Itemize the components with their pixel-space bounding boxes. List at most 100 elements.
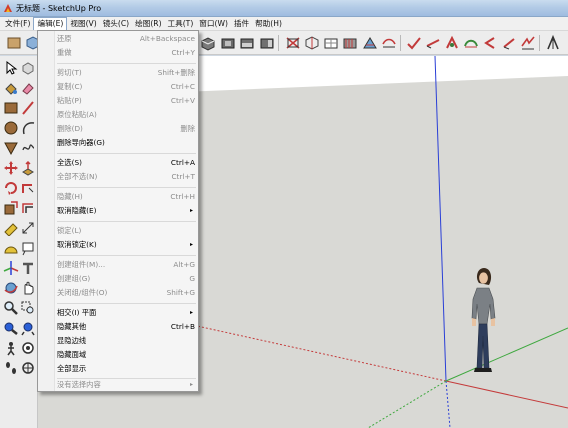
menu-item-hide-others[interactable]: 隐藏其他 Ctrl+B [57,321,197,333]
3d-text-tool-icon[interactable] [20,260,36,276]
zoom-extents-icon[interactable] [519,34,537,52]
iso-view-icon[interactable] [199,34,217,52]
menu-item-hide-faces[interactable]: 隐藏面域 [57,349,197,361]
eraser-icon[interactable] [20,80,36,96]
rectangle-tool-icon[interactable] [3,100,19,116]
menu-item-hide[interactable]: 隐藏(H) Ctrl+H [57,191,197,203]
menu-item-select-all[interactable]: 全选(S) Ctrl+A [57,157,197,169]
previous-tool-icon[interactable] [20,320,36,336]
menu-item-no-selection[interactable]: 没有选择内容 ▸ [57,379,197,391]
menu-window[interactable]: 窗口(W) [196,17,231,30]
menu-plugins[interactable]: 插件 [231,17,252,30]
orbit-tool-icon[interactable] [3,280,19,296]
top-view-icon[interactable] [219,34,237,52]
shaded-icon[interactable] [341,34,359,52]
sketchup-window: 无标题 - SketchUp Pro 文件(F) 编辑(E) 视图(V) 镜头(… [0,0,568,428]
front-view-icon[interactable] [238,34,256,52]
protractor-tool-icon[interactable] [3,240,19,256]
menu-draw[interactable]: 绘图(R) [132,17,164,30]
text-tool-icon[interactable] [20,240,36,256]
menu-item-select-none[interactable]: 全部不选(N) Ctrl+T [57,171,197,183]
menu-item-make-group[interactable]: 创建组(G) G [57,273,197,285]
hidden-line-icon[interactable] [322,34,340,52]
look-around-tool-icon[interactable] [20,340,36,356]
scale-tool-icon[interactable] [3,200,19,216]
offset-tool-icon[interactable] [20,200,36,216]
menu-help[interactable]: 帮助(H) [252,17,285,30]
zoom-tool-icon[interactable] [3,300,19,316]
textured-icon[interactable] [361,34,379,52]
push-pull-tool-icon[interactable] [20,160,36,176]
arc-tool-icon[interactable] [20,120,36,136]
move-tool-icon[interactable] [3,160,19,176]
right-view-icon[interactable] [258,34,276,52]
menu-separator [57,221,196,222]
tool-palette [0,56,38,428]
menu-separator [57,153,196,154]
orbit-icon[interactable] [405,34,423,52]
menu-item-unlock[interactable]: 取消锁定(K) ▸ [57,239,197,251]
menu-separator [57,187,196,188]
menu-item-undo[interactable]: 还原 Alt+Backspace [57,33,197,45]
menu-item-paste[interactable]: 粘贴(P) Ctrl+V [57,95,197,107]
edit-menu-dropdown: 还原 Alt+Backspace 重做 Ctrl+Y 剪切(T) Shift+删… [37,30,199,392]
menu-item-copy[interactable]: 复制(C) Ctrl+C [57,81,197,93]
zoom-icon[interactable] [443,34,461,52]
menu-item-make-component[interactable]: 创建组件(M)... Alt+G [57,259,197,271]
xray-icon[interactable] [284,34,302,52]
position-camera-tool-icon[interactable] [3,340,19,356]
menu-separator [57,255,196,256]
zoom-window-tool-icon[interactable] [20,300,36,316]
axes-tool-icon[interactable] [3,260,19,276]
menu-camera[interactable]: 镜头(C) [100,17,132,30]
menu-item-delete-guides[interactable]: 删除导向器(G) [57,137,197,149]
circle-tool-icon[interactable] [3,120,19,136]
follow-me-tool-icon[interactable] [20,180,36,196]
menu-item-paste-in-place[interactable]: 原位粘贴(A) [57,109,197,121]
tape-measure-tool-icon[interactable] [3,220,19,236]
rotate-tool-icon[interactable] [3,180,19,196]
submenu-arrow-icon: ▸ [189,241,193,248]
next-view-icon[interactable] [500,34,518,52]
submenu-arrow-icon: ▸ [189,309,193,316]
zoom-window-icon[interactable] [462,34,480,52]
menu-separator [57,63,196,64]
window-title: 无标题 - SketchUp Pro [16,4,102,13]
dimension-tool-icon[interactable] [20,220,36,236]
polygon-tool-icon[interactable] [3,140,19,156]
make-component-icon[interactable] [20,60,36,76]
pan-icon[interactable] [424,34,442,52]
menu-tools[interactable]: 工具(T) [165,17,197,30]
section-plane-icon[interactable] [544,34,562,52]
submenu-arrow-icon: ▸ [189,381,193,388]
title-bar: 无标题 - SketchUp Pro [0,0,568,17]
menu-item-toggle-edges[interactable]: 显隐边线 [57,335,197,347]
menu-item-lock[interactable]: 锁定(L) [57,225,197,237]
pan-tool-icon[interactable] [20,280,36,296]
monochrome-icon[interactable] [380,34,398,52]
previous-view-icon[interactable] [481,34,499,52]
zoom-extents-tool-icon[interactable] [3,320,19,336]
menu-separator [57,303,196,304]
menu-view[interactable]: 视图(V) [67,17,99,30]
menu-item-delete[interactable]: 删除(D) 删除 [57,123,197,135]
paint-bucket-icon[interactable] [3,80,19,96]
menu-item-close-group[interactable]: 关闭组/组件(O) Shift+G [57,287,197,299]
menu-item-show-all[interactable]: 全部显示 [57,363,197,375]
menu-item-redo[interactable]: 重做 Ctrl+Y [57,47,197,59]
menu-bar: 文件(F) 编辑(E) 视图(V) 镜头(C) 绘图(R) 工具(T) 窗口(W… [0,17,568,31]
sketchup-logo-icon [4,4,12,12]
walk-tool-icon[interactable] [3,360,19,376]
select-icon[interactable] [3,60,19,76]
menu-item-cut[interactable]: 剪切(T) Shift+删除 [57,67,197,79]
freehand-tool-icon[interactable] [20,140,36,156]
wireframe-icon[interactable] [303,34,321,52]
rectangle-icon[interactable] [5,34,23,52]
menu-item-unhide[interactable]: 取消隐藏(E) ▸ [57,205,197,217]
menu-file[interactable]: 文件(F) [2,17,33,30]
menu-edit[interactable]: 编辑(E) [33,17,68,30]
menu-item-intersect-faces[interactable]: 相交(I) 平面 ▸ [57,307,197,319]
submenu-arrow-icon: ▸ [189,207,193,214]
section-plane-tool-icon[interactable] [20,360,36,376]
line-tool-icon[interactable] [20,100,36,116]
